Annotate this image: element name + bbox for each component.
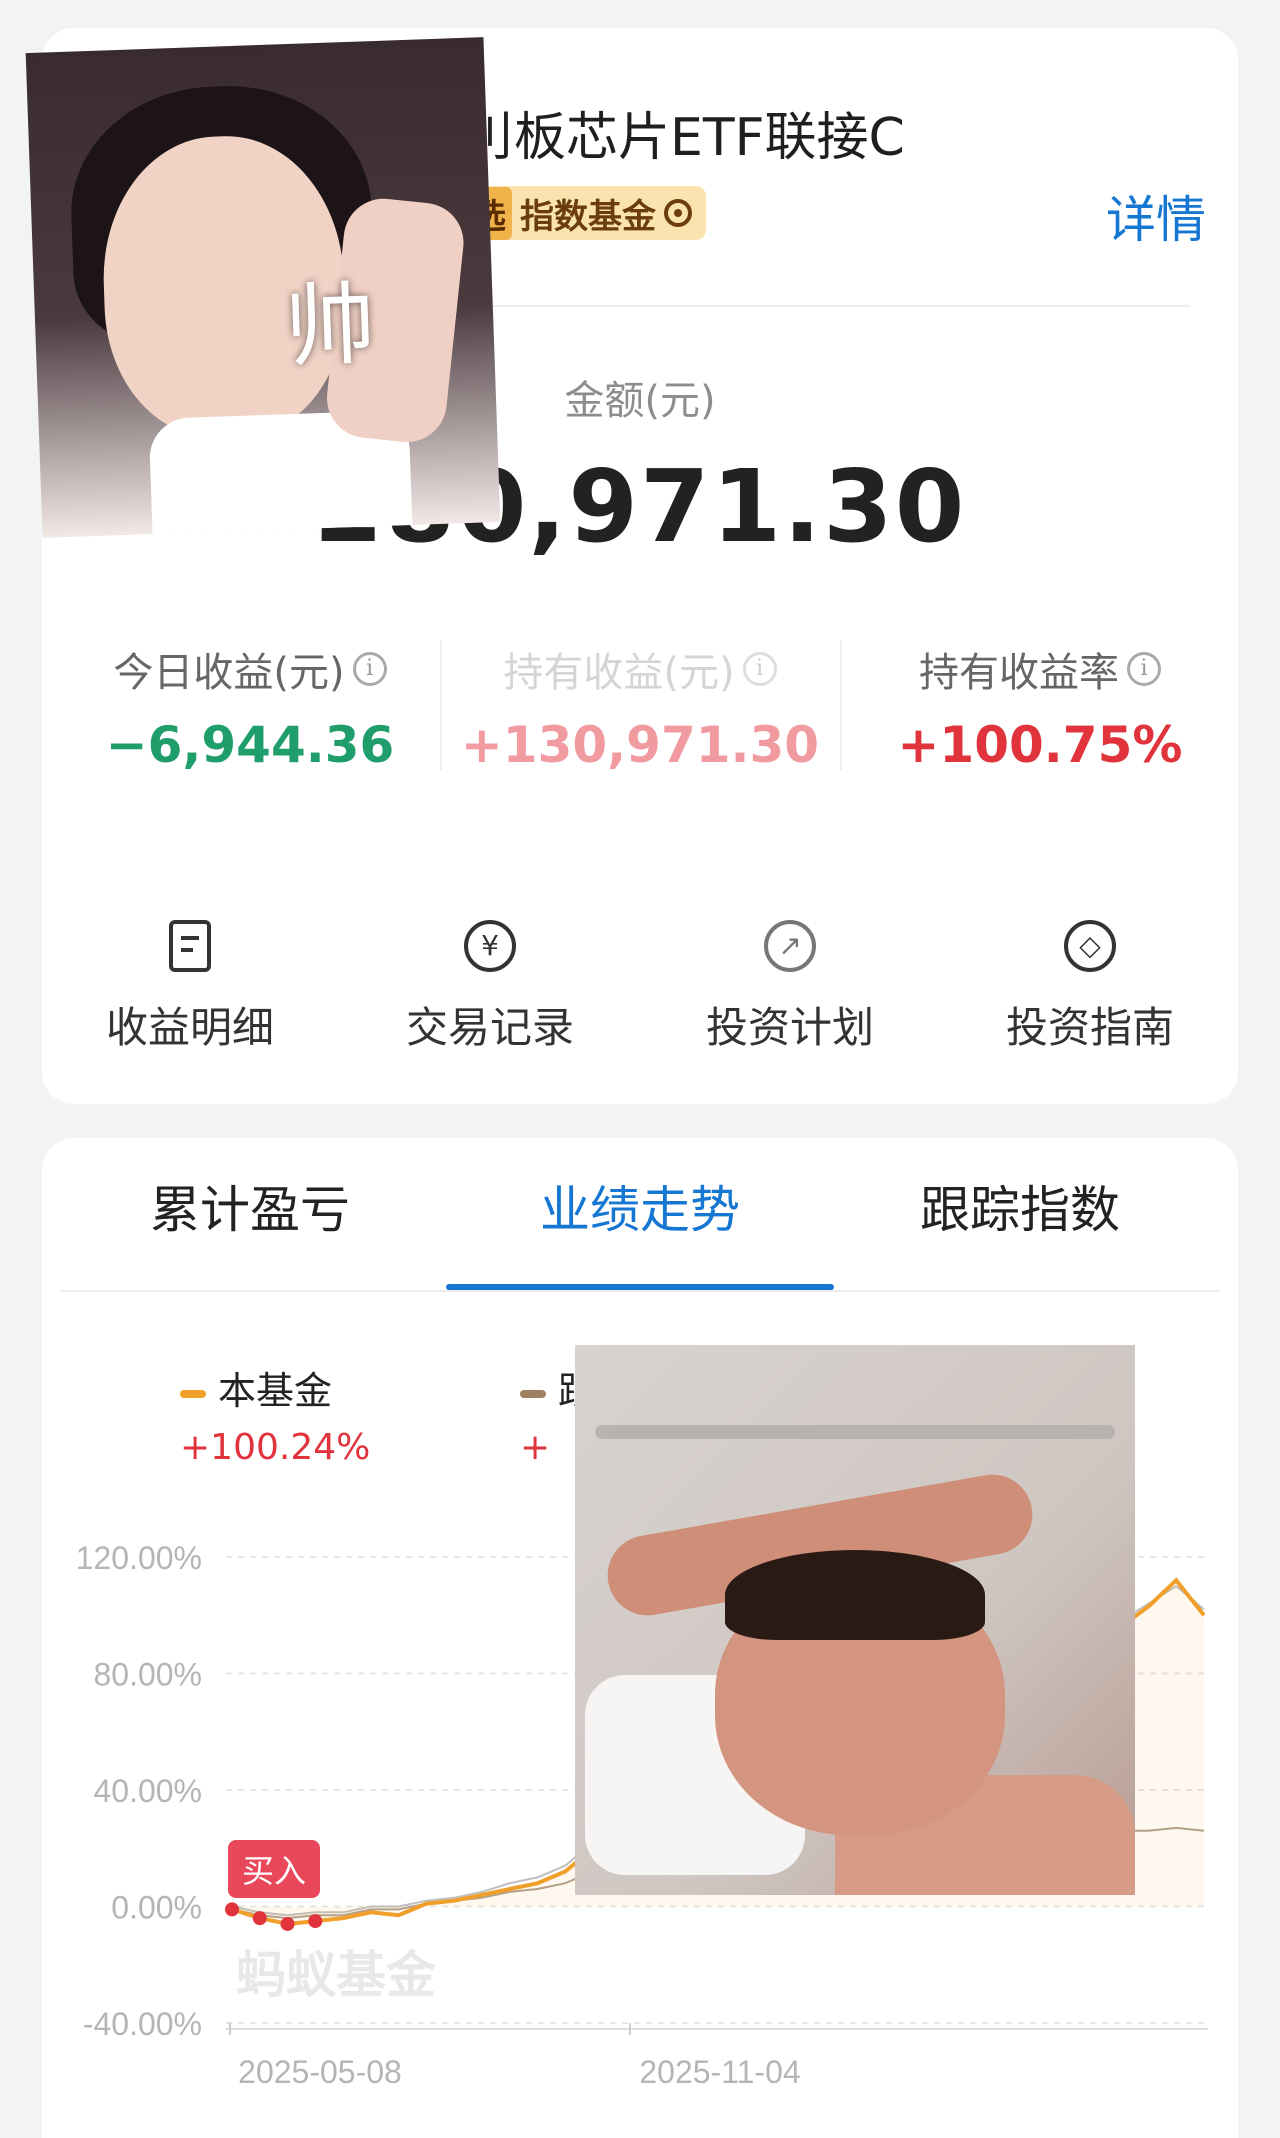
detail-link[interactable]: 详情 <box>1106 180 1206 252</box>
y-tick-label: 120.00% <box>76 1540 202 1576</box>
trend-icon: ↗ <box>764 920 816 972</box>
active-tab-indicator <box>446 1284 834 1290</box>
overlay-photo-woman: 帅 <box>25 37 501 538</box>
buy-point[interactable] <box>252 1911 267 1926</box>
compass-icon: ◇ <box>1064 920 1116 972</box>
tab-performance[interactable]: 业绩走势 <box>450 1170 830 1250</box>
buy-marker: 买入 <box>228 1840 321 1898</box>
bed-frame <box>595 1425 1115 1439</box>
chart-tabs: 累计盈亏 业绩走势 跟踪指数 <box>60 1170 1220 1290</box>
info-icon[interactable]: i <box>1127 652 1161 686</box>
action-label: 交易记录 <box>405 1003 574 1052</box>
action-label: 投资指南 <box>1005 1003 1174 1052</box>
action-trade-record[interactable]: ¥ 交易记录 <box>340 920 640 1055</box>
legend-swatch <box>520 1389 546 1398</box>
info-icon[interactable]: i <box>352 652 387 686</box>
overlay-photo-man <box>575 1345 1135 1895</box>
action-label: 收益明细 <box>105 1003 274 1052</box>
buy-point[interactable] <box>308 1914 323 1929</box>
document-icon <box>169 920 211 972</box>
y-tick-label: 40.00% <box>93 1773 202 1809</box>
action-invest-plan[interactable]: ↗ 投资计划 <box>640 920 940 1055</box>
buy-point[interactable] <box>225 1902 239 1917</box>
legend-name: 本基金 <box>218 1369 333 1413</box>
stat-holding-rate[interactable]: 持有收益率 i +100.75% <box>840 640 1240 774</box>
yen-icon: ¥ <box>464 920 516 972</box>
stat-label: 今日收益(元) <box>113 650 345 696</box>
legend-swatch <box>180 1389 206 1398</box>
hair <box>725 1550 985 1640</box>
action-income-detail[interactable]: 收益明细 <box>40 920 340 1055</box>
y-tick-label: 0.00% <box>111 1890 202 1926</box>
stat-label: 持有收益(元) <box>503 650 735 696</box>
stat-label: 持有收益率 <box>919 650 1119 696</box>
legend-pct: +100.24% <box>180 1427 371 1468</box>
stat-value: +130,971.30 <box>460 716 820 774</box>
y-tick-label: -40.00% <box>83 2006 202 2042</box>
action-invest-guide[interactable]: ◇ 投资指南 <box>940 920 1240 1055</box>
legend-item-fund[interactable]: 本基金 +100.24% <box>180 1360 370 1468</box>
stat-today-income[interactable]: 今日收益(元) i −6,944.36 <box>50 640 450 774</box>
y-tick-label: 80.00% <box>93 1657 202 1693</box>
overlay-caption: 帅 <box>283 272 378 381</box>
watermark: 蚂蚁基金 <box>236 1946 436 2004</box>
index-fund-tag: 选 指数基金 <box>460 186 706 240</box>
stat-holding-income[interactable]: 持有收益(元) i +130,971.30 <box>440 640 840 774</box>
info-icon[interactable]: i <box>742 652 777 686</box>
buy-point[interactable] <box>280 1916 295 1931</box>
tab-divider <box>60 1290 1220 1292</box>
stat-value: −6,944.36 <box>105 716 395 774</box>
x-tick-label: 2025-11-04 <box>639 2054 800 2090</box>
tab-tracking-index[interactable]: 跟踪指数 <box>830 1170 1210 1250</box>
stat-value: +100.75% <box>897 716 1183 774</box>
x-tick-label: 2025-05-08 <box>238 2054 402 2090</box>
target-icon <box>664 199 692 227</box>
tag-label: 指数基金 <box>520 196 656 237</box>
action-label: 投资计划 <box>705 1003 874 1052</box>
tab-cumulative-pnl[interactable]: 累计盈亏 <box>60 1170 440 1250</box>
